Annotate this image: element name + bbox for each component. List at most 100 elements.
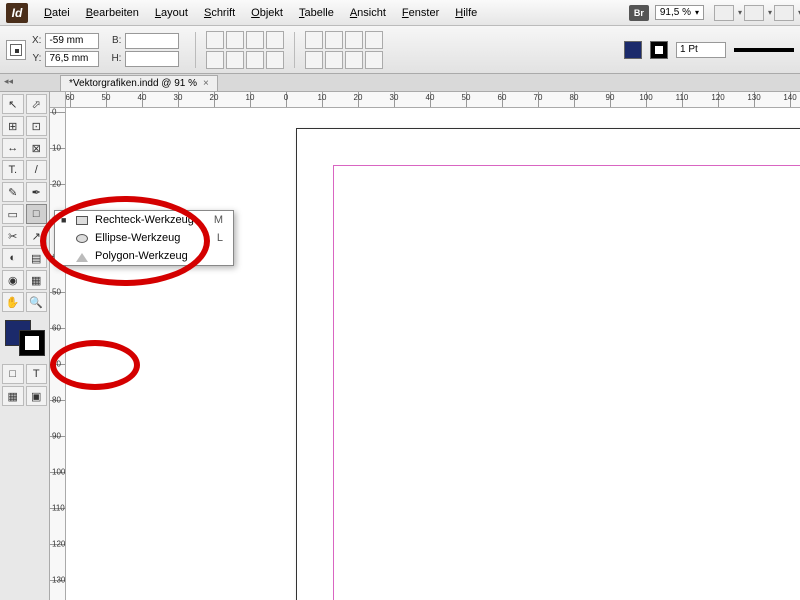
- flip-h-icon[interactable]: [226, 31, 244, 49]
- free-transform-tool[interactable]: ↗: [26, 226, 48, 246]
- main-area: ↖⬀ ⊞⊡ ↔⊠ T./ ✎✒ ▭□ ✂↗ ◐▤ ◉▦ ✋🔍 □T ▦▣ 605…: [0, 92, 800, 600]
- bridge-icon[interactable]: Br: [629, 5, 649, 21]
- direct-selection-tool[interactable]: ⬀: [26, 94, 48, 114]
- scale-icon[interactable]: [206, 51, 224, 69]
- note-tool[interactable]: ◉: [2, 270, 24, 290]
- w-field[interactable]: [125, 33, 179, 49]
- line-tool[interactable]: /: [26, 160, 48, 180]
- flyout-shortcut: M: [200, 214, 223, 226]
- rotate-ccw-icon[interactable]: [226, 51, 244, 69]
- control-bar: X: -59 mm Y: 76,5 mm B: H: 1 Pt: [0, 26, 800, 74]
- corner-icon[interactable]: [365, 31, 383, 49]
- shape-tool-flyout: ■ Rechteck-Werkzeug M Ellipse-Werkzeug L…: [54, 210, 234, 266]
- h-field[interactable]: [125, 51, 179, 67]
- fill-swatch[interactable]: [624, 41, 642, 59]
- w-label: B:: [111, 35, 121, 46]
- selection-tool[interactable]: ↖: [2, 94, 24, 114]
- object-buttons: [305, 31, 383, 69]
- drop-shadow-icon[interactable]: [345, 51, 363, 69]
- align-icon[interactable]: [266, 51, 284, 69]
- menu-hilfe[interactable]: Hilfe: [449, 4, 483, 22]
- workspace-icon[interactable]: [774, 5, 794, 21]
- menu-datei[interactable]: Datei: [38, 4, 76, 22]
- gap-tool[interactable]: ⊡: [26, 116, 48, 136]
- rectangle-icon: [75, 214, 89, 226]
- type-tool[interactable]: T.: [2, 160, 24, 180]
- menu-tabelle[interactable]: Tabelle: [293, 4, 340, 22]
- flyout-ellipse[interactable]: Ellipse-Werkzeug L: [55, 229, 233, 247]
- horizontal-ruler[interactable]: 6050403020100102030405060708090100110120…: [66, 92, 800, 108]
- flyout-label: Rechteck-Werkzeug: [95, 214, 194, 226]
- flyout-label: Ellipse-Werkzeug: [95, 232, 180, 244]
- flyout-polygon[interactable]: Polygon-Werkzeug: [55, 247, 233, 265]
- toolbox: ↖⬀ ⊞⊡ ↔⊠ T./ ✎✒ ▭□ ✂↗ ◐▤ ◉▦ ✋🔍 □T ▦▣: [0, 92, 50, 600]
- screen-mode-icon[interactable]: [714, 5, 734, 21]
- x-label: X:: [32, 35, 41, 46]
- fill-stroke-swatches[interactable]: [3, 318, 47, 358]
- stroke-swatch[interactable]: [650, 41, 668, 59]
- opacity-icon[interactable]: [365, 51, 383, 69]
- work-area: 6050403020100102030405060708090100110120…: [50, 92, 800, 600]
- menu-bar: Id Datei Bearbeiten Layout Schrift Objek…: [0, 0, 800, 26]
- flip-v-icon[interactable]: [246, 31, 264, 49]
- reference-point-icon[interactable]: [6, 40, 26, 60]
- close-icon[interactable]: ×: [203, 78, 209, 89]
- pasteboard: [66, 108, 800, 600]
- ellipse-icon: [75, 232, 89, 244]
- select-container-icon[interactable]: [305, 31, 323, 49]
- app-logo: Id: [6, 3, 28, 23]
- page: [296, 128, 800, 600]
- menu-schrift[interactable]: Schrift: [198, 4, 241, 22]
- page-tool[interactable]: ⊞: [2, 116, 24, 136]
- y-label: Y:: [32, 53, 41, 64]
- vertical-ruler[interactable]: 0102030405060708090100110120130: [50, 108, 66, 600]
- apply-text-icon[interactable]: T: [26, 364, 48, 384]
- apply-color-icon[interactable]: □: [2, 364, 24, 384]
- stroke-style-icon[interactable]: [734, 48, 794, 52]
- eyedropper-tool[interactable]: ▦: [26, 270, 48, 290]
- menu-layout[interactable]: Layout: [149, 4, 194, 22]
- transform-buttons: [206, 31, 284, 69]
- pencil-tool[interactable]: ✒: [26, 182, 48, 202]
- flyout-rectangle[interactable]: ■ Rechteck-Werkzeug M: [55, 211, 233, 229]
- effects-icon[interactable]: [305, 51, 323, 69]
- menu-fenster[interactable]: Fenster: [396, 4, 445, 22]
- x-field[interactable]: -59 mm: [45, 33, 99, 49]
- gradient-feather-tool[interactable]: ▤: [26, 248, 48, 268]
- shear-icon[interactable]: [266, 31, 284, 49]
- menu-bearbeiten[interactable]: Bearbeiten: [80, 4, 145, 22]
- text-wrap-icon[interactable]: [345, 31, 363, 49]
- pen-tool[interactable]: ✎: [2, 182, 24, 202]
- rotate-cw-icon[interactable]: [246, 51, 264, 69]
- flyout-shortcut: L: [203, 232, 223, 244]
- fitting-icon[interactable]: [325, 51, 343, 69]
- collapse-icon[interactable]: ◂◂: [4, 76, 13, 87]
- stroke-weight-field[interactable]: 1 Pt: [676, 42, 726, 58]
- document-tab[interactable]: *Vektorgrafiken.indd @ 91 % ×: [60, 75, 218, 91]
- zoom-tool[interactable]: 🔍: [26, 292, 48, 312]
- ruler-origin[interactable]: [50, 92, 66, 108]
- normal-view-icon[interactable]: ▦: [2, 386, 24, 406]
- selected-mark-icon: ■: [61, 215, 69, 225]
- document-tab-title: *Vektorgrafiken.indd @ 91 %: [69, 78, 197, 89]
- zoom-level[interactable]: 91,5 %: [655, 5, 704, 20]
- rectangle-frame-tool[interactable]: ▭: [2, 204, 24, 224]
- rectangle-tool[interactable]: □: [26, 204, 48, 224]
- rotate-icon[interactable]: [206, 31, 224, 49]
- gradient-swatch-tool[interactable]: ◐: [2, 248, 24, 268]
- stroke-color-icon[interactable]: [19, 330, 45, 356]
- hand-tool[interactable]: ✋: [2, 292, 24, 312]
- arrange-icon[interactable]: [744, 5, 764, 21]
- menu-ansicht[interactable]: Ansicht: [344, 4, 392, 22]
- scissors-tool[interactable]: ✂: [2, 226, 24, 246]
- y-field[interactable]: 76,5 mm: [45, 51, 99, 67]
- select-content-icon[interactable]: [325, 31, 343, 49]
- content-collector-tool[interactable]: ↔: [2, 138, 24, 158]
- margin-guide: [333, 165, 800, 600]
- document-tab-bar: ◂◂ *Vektorgrafiken.indd @ 91 % ×: [0, 74, 800, 92]
- h-label: H:: [111, 53, 121, 64]
- menu-objekt[interactable]: Objekt: [245, 4, 289, 22]
- content-placer-tool[interactable]: ⊠: [26, 138, 48, 158]
- preview-view-icon[interactable]: ▣: [26, 386, 48, 406]
- canvas[interactable]: [66, 108, 800, 600]
